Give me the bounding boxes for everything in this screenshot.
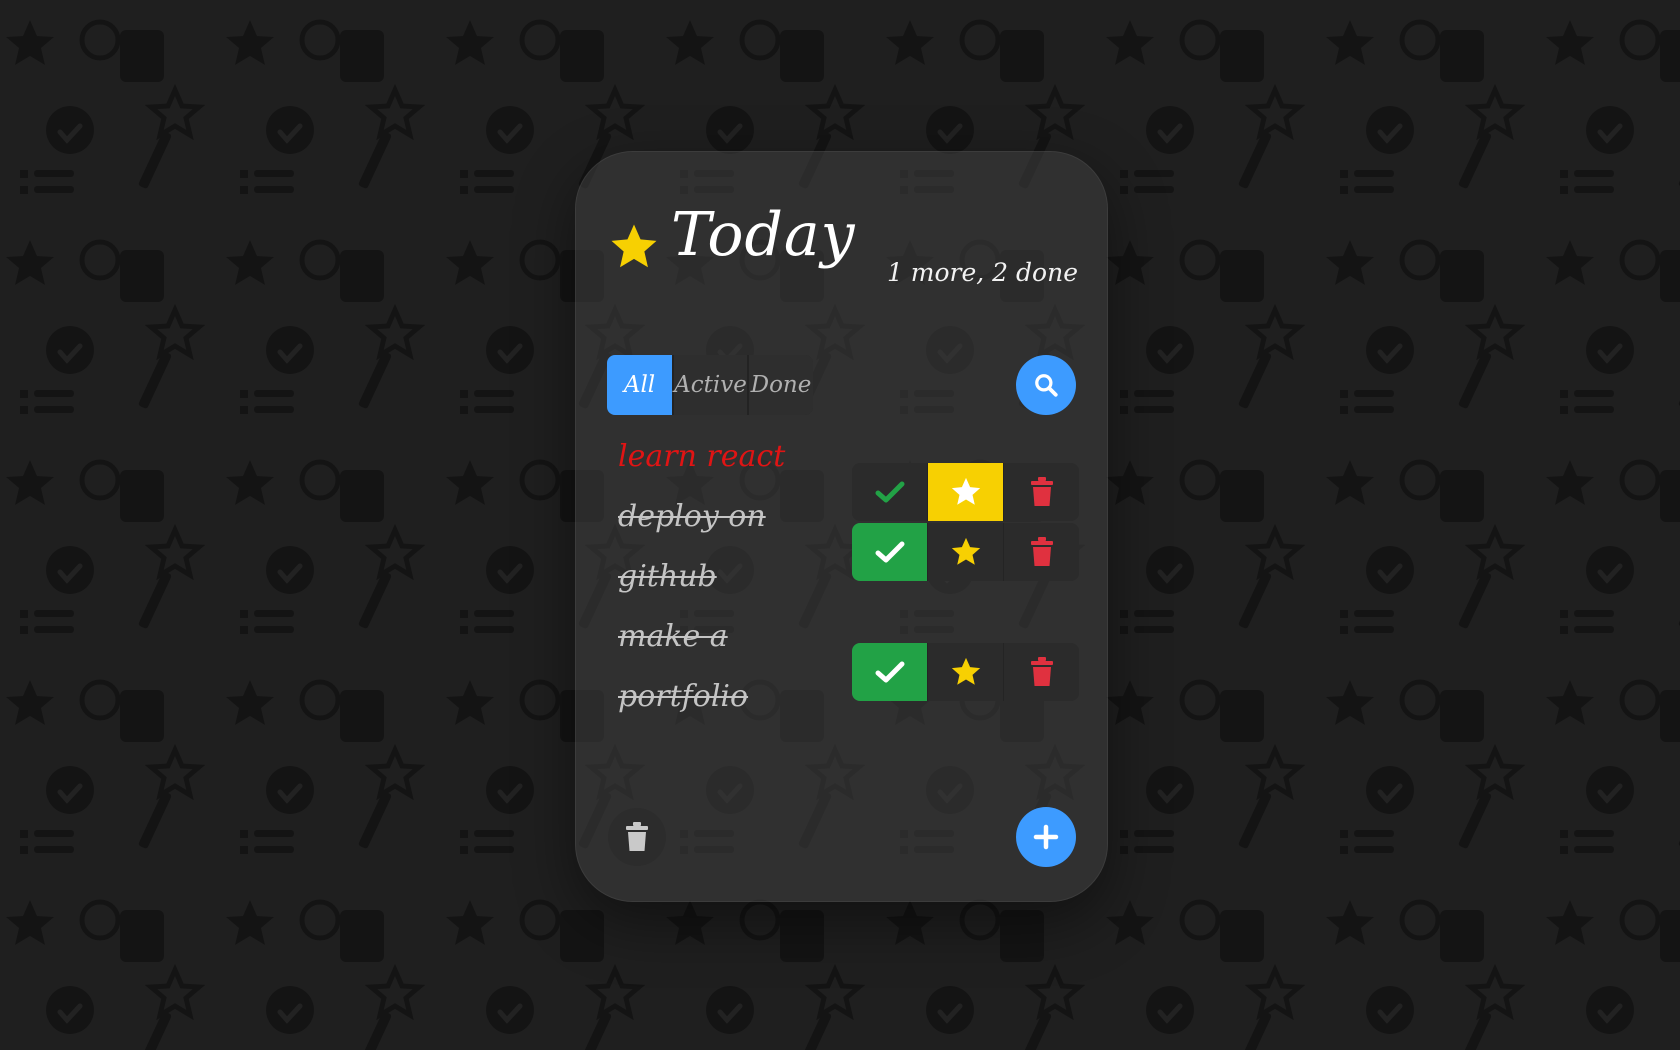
check-icon bbox=[875, 541, 904, 563]
task-summary: 1 more, 2 done bbox=[886, 258, 1078, 287]
complete-button[interactable] bbox=[852, 643, 927, 701]
trash-icon bbox=[1030, 477, 1053, 506]
todo-text: make a portfolio bbox=[618, 619, 749, 714]
star-button[interactable] bbox=[927, 523, 1003, 581]
delete-button[interactable] bbox=[1003, 643, 1079, 701]
add-todo-button[interactable] bbox=[1016, 807, 1076, 867]
search-button[interactable] bbox=[1016, 355, 1076, 415]
todo-text: deploy on github bbox=[618, 499, 766, 594]
trash-icon bbox=[626, 822, 648, 851]
tab-active[interactable]: Active bbox=[672, 355, 747, 415]
complete-button[interactable] bbox=[852, 523, 927, 581]
star-icon bbox=[951, 657, 980, 685]
check-icon bbox=[875, 481, 904, 503]
clear-completed-button[interactable] bbox=[608, 808, 666, 866]
star-button[interactable] bbox=[927, 463, 1003, 521]
todo-card: Today 1 more, 2 done All Active Done lea… bbox=[575, 151, 1108, 902]
trash-icon bbox=[1030, 537, 1053, 566]
tab-all[interactable]: All bbox=[607, 355, 672, 415]
delete-button[interactable] bbox=[1003, 523, 1079, 581]
check-icon bbox=[875, 661, 904, 683]
search-icon bbox=[1035, 374, 1058, 397]
complete-button[interactable] bbox=[852, 463, 927, 521]
todo-actions bbox=[852, 523, 1079, 581]
delete-button[interactable] bbox=[1003, 463, 1079, 521]
star-button[interactable] bbox=[927, 643, 1003, 701]
tab-done[interactable]: Done bbox=[747, 355, 813, 415]
todo-text: learn react bbox=[618, 439, 786, 474]
star-icon bbox=[611, 224, 657, 268]
plus-icon bbox=[1033, 824, 1059, 850]
page-title: Today bbox=[671, 200, 856, 270]
star-icon bbox=[951, 477, 980, 505]
filter-tabs: All Active Done bbox=[607, 355, 813, 415]
trash-icon bbox=[1030, 657, 1053, 686]
todo-actions bbox=[852, 643, 1079, 701]
star-icon bbox=[951, 537, 980, 565]
todo-actions bbox=[852, 463, 1079, 521]
